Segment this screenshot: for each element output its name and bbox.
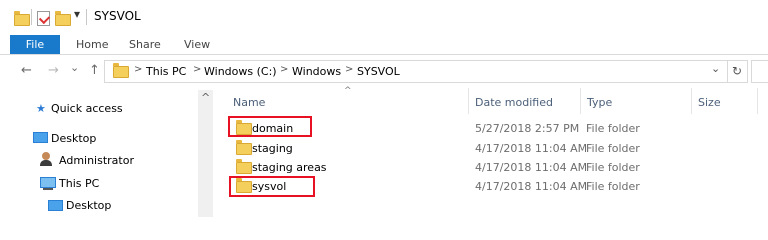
user-icon xyxy=(42,152,50,160)
qat-customize-icon[interactable]: ▾ xyxy=(74,7,80,21)
file-type: File folder xyxy=(586,122,640,135)
forward-icon[interactable]: → xyxy=(48,63,59,78)
file-name: staging xyxy=(252,142,293,155)
computer-icon xyxy=(40,177,56,188)
highlight-box-sysvol xyxy=(229,176,315,197)
chevron-right-icon[interactable]: > xyxy=(345,64,353,75)
folder-icon xyxy=(236,159,252,174)
desktop-icon xyxy=(33,132,48,143)
user-icon-body xyxy=(40,160,52,166)
star-icon: ★ xyxy=(36,102,46,115)
properties-icon[interactable] xyxy=(37,11,51,26)
divider xyxy=(86,9,87,25)
scroll-up-icon[interactable]: ^ xyxy=(201,91,210,104)
title-bar: ▾ SYSVOL xyxy=(0,0,768,34)
file-date: 4/17/2018 11:04 AM xyxy=(475,180,588,193)
file-date: 5/27/2018 2:57 PM xyxy=(475,122,580,135)
computer-icon-stand xyxy=(43,188,53,190)
file-type: File folder xyxy=(586,180,640,193)
column-divider[interactable] xyxy=(468,88,469,114)
nav-item-this-pc[interactable]: This PC xyxy=(59,177,99,190)
column-header-date-modified[interactable]: Date modified xyxy=(475,96,553,109)
column-divider[interactable] xyxy=(757,88,758,114)
refresh-button[interactable]: ↻ xyxy=(727,60,748,83)
folder-icon xyxy=(113,63,129,78)
window-title: SYSVOL xyxy=(94,9,141,23)
file-date: 4/17/2018 11:04 AM xyxy=(475,142,588,155)
search-input[interactable] xyxy=(751,60,768,83)
ribbon xyxy=(0,34,768,55)
up-icon[interactable]: ↑ xyxy=(89,63,100,78)
table-row[interactable]: staging areas 4/17/2018 11:04 AM File fo… xyxy=(225,157,725,176)
column-divider[interactable] xyxy=(580,88,581,114)
breadcrumb-this-pc[interactable]: This PC xyxy=(146,65,186,78)
nav-item-administrator[interactable]: Administrator xyxy=(59,154,134,167)
nav-pane-scrollbar[interactable]: ^ xyxy=(198,90,213,217)
file-name: staging areas xyxy=(252,161,327,174)
chevron-right-icon[interactable]: > xyxy=(280,64,288,75)
refresh-icon: ↻ xyxy=(732,64,743,78)
breadcrumb-sysvol[interactable]: SYSVOL xyxy=(357,65,400,78)
column-header-name[interactable]: Name xyxy=(233,96,265,109)
back-icon[interactable]: ← xyxy=(21,63,32,78)
chevron-right-icon[interactable]: > xyxy=(193,64,201,75)
breadcrumb-windows[interactable]: Windows xyxy=(292,65,341,78)
folder-icon xyxy=(14,11,30,26)
file-type: File folder xyxy=(586,161,640,174)
new-folder-icon[interactable] xyxy=(55,11,71,26)
breadcrumb-windows-c[interactable]: Windows (C:) xyxy=(204,65,277,78)
file-type: File folder xyxy=(586,142,640,155)
highlight-box-domain xyxy=(228,116,312,137)
nav-item-desktop[interactable]: Desktop xyxy=(51,132,96,145)
sort-ascending-icon: ^ xyxy=(344,86,352,96)
table-row[interactable]: staging 4/17/2018 11:04 AM File folder xyxy=(225,138,725,157)
folder-icon xyxy=(236,140,252,155)
column-header-size[interactable]: Size xyxy=(698,96,721,109)
address-dropdown-icon[interactable]: ⌄ xyxy=(711,62,720,75)
nav-item-quick-access[interactable]: Quick access xyxy=(51,102,123,115)
column-header-type[interactable]: Type xyxy=(587,96,612,109)
column-divider[interactable] xyxy=(691,88,692,114)
divider xyxy=(31,9,32,25)
desktop-icon xyxy=(48,200,63,211)
chevron-right-icon[interactable]: > xyxy=(134,64,142,75)
nav-item-desktop-sub[interactable]: Desktop xyxy=(66,199,111,212)
tab-file[interactable]: File xyxy=(10,35,60,54)
tab-view[interactable]: View xyxy=(184,38,210,51)
tab-share[interactable]: Share xyxy=(129,38,161,51)
tab-home[interactable]: Home xyxy=(76,38,108,51)
file-date: 4/17/2018 11:04 AM xyxy=(475,161,588,174)
recent-locations-icon[interactable]: ⌄ xyxy=(70,61,79,74)
